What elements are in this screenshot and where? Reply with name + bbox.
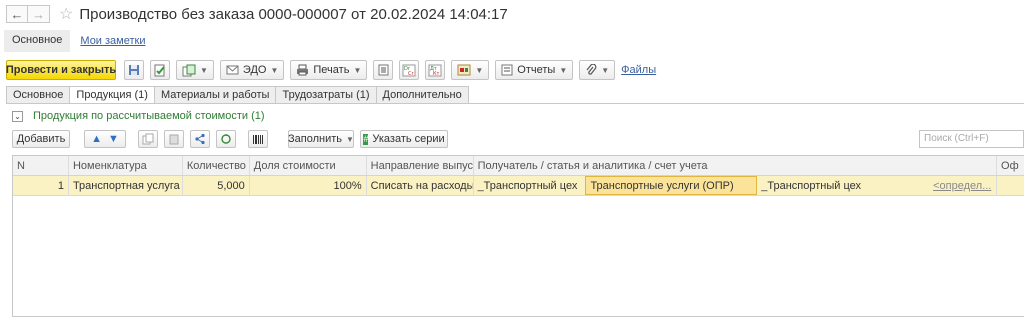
chevron-down-icon: ▼: [353, 65, 362, 75]
structure-button[interactable]: ▼: [451, 60, 490, 80]
cell-analytics[interactable]: _Транспортный цех: [757, 176, 929, 195]
col-direction[interactable]: Направление выпуска: [367, 156, 474, 175]
command-bar: Провести и закрыть ▼ ЭДО ▼ Печать ▼ Dr Cr…: [6, 60, 656, 80]
create-based-on-button[interactable]: ▼: [176, 60, 214, 80]
svg-text:Кт: Кт: [433, 71, 440, 77]
svg-text:Cr: Cr: [408, 71, 414, 77]
subnav-main[interactable]: Основное: [4, 30, 71, 52]
copy-icon: [142, 133, 154, 145]
cell-n[interactable]: 1: [13, 176, 69, 195]
subnav: Основное Мои заметки: [4, 30, 145, 52]
barcode-icon: [253, 134, 263, 144]
tab-labor[interactable]: Трудозатраты (1): [275, 86, 377, 103]
print-label: Печать: [313, 64, 350, 76]
col-item[interactable]: Номенклатура: [69, 156, 183, 175]
table-row[interactable]: 1 Транспортная услуга 5,000 100% Списать…: [13, 176, 1024, 196]
favorite-star-icon[interactable]: ☆: [59, 4, 73, 24]
cell-account[interactable]: <определ...: [929, 176, 998, 195]
cell-item[interactable]: Транспортная услуга: [69, 176, 183, 195]
arrow-right-icon: →: [32, 6, 45, 22]
copy-button[interactable]: [138, 130, 158, 148]
cell-qty[interactable]: 5,000: [183, 176, 250, 195]
journal-entries-button[interactable]: Dr Cr: [399, 60, 420, 80]
recalculate-icon: [221, 134, 231, 144]
postings-button[interactable]: Дт Кт: [425, 60, 446, 80]
cell-article[interactable]: Транспортные услуги (ОПР): [585, 176, 758, 195]
arrow-up-icon[interactable]: ▲: [91, 133, 102, 145]
dr-cr-icon: DrCr: [402, 64, 416, 77]
forward-button[interactable]: →: [28, 5, 50, 23]
collapse-toggle[interactable]: ⌄: [12, 110, 23, 122]
search-input[interactable]: Поиск (Ctrl+F): [919, 130, 1024, 148]
grid-icon: #: [363, 133, 369, 145]
split-icon: [195, 133, 205, 145]
cell-extra: [997, 176, 1024, 195]
post-document-button[interactable]: [150, 60, 170, 80]
move-buttons[interactable]: ▲ ▼: [84, 130, 126, 148]
barcode-button[interactable]: [248, 130, 268, 148]
paste-icon: [169, 134, 179, 145]
reports-icon: [501, 64, 513, 76]
products-table: N Номенклатура Количество Доля стоимости…: [12, 155, 1024, 317]
chevron-down-icon: ▼: [200, 65, 208, 75]
recalculate-button[interactable]: [216, 130, 236, 148]
back-button[interactable]: ←: [6, 5, 28, 23]
tab-divider: [6, 103, 1024, 104]
col-recipient[interactable]: Получатель / статья и аналитика / счет у…: [474, 156, 998, 175]
tab-products[interactable]: Продукция (1): [69, 86, 155, 104]
reports-label: Отчеты: [517, 64, 556, 76]
create-based-icon: [182, 64, 196, 76]
col-n[interactable]: N: [13, 156, 69, 175]
print-button[interactable]: Печать ▼: [290, 60, 368, 80]
col-share[interactable]: Доля стоимости: [250, 156, 367, 175]
page-title: Производство без заказа 0000-000007 от 2…: [79, 5, 508, 23]
chevron-down-icon: ▼: [601, 65, 610, 75]
floppy-icon: [129, 65, 139, 75]
table-toolbar: Добавить ▲ ▼ Заполнить ▼ # Указать серии: [12, 130, 454, 148]
dt-kt-icon: ДтКт: [428, 64, 442, 77]
edo-icon: [226, 65, 239, 75]
tab-additional[interactable]: Дополнительно: [375, 86, 469, 103]
chevron-down-icon: ▼: [346, 134, 354, 144]
paste-button[interactable]: [164, 130, 184, 148]
group-label: Продукция по рассчитываемой стоимости (1…: [33, 110, 265, 122]
cell-share[interactable]: 100%: [250, 176, 367, 195]
title-bar: ← → ☆ Производство без заказа 0000-00000…: [0, 0, 1024, 28]
fill-label: Заполнить: [288, 133, 343, 145]
split-button[interactable]: [190, 130, 210, 148]
fill-button[interactable]: Заполнить ▼: [288, 130, 354, 148]
chevron-down-icon: ▼: [475, 65, 484, 75]
chevron-down-icon: ▼: [270, 65, 279, 75]
chevron-down-icon: ⌄: [14, 111, 21, 121]
arrow-down-icon[interactable]: ▼: [108, 133, 119, 145]
structure-icon: [457, 64, 471, 76]
post-document-icon: [154, 64, 165, 76]
set-series-label: Указать серии: [372, 133, 445, 145]
group-header[interactable]: ⌄ Продукция по рассчитываемой стоимости …: [12, 110, 265, 122]
tab-materials[interactable]: Материалы и работы: [153, 86, 277, 103]
table-header: N Номенклатура Количество Доля стоимости…: [13, 156, 1024, 176]
add-button[interactable]: Добавить: [12, 130, 70, 148]
document-list-button[interactable]: [373, 60, 394, 80]
chevron-down-icon: ▼: [559, 65, 568, 75]
edo-label: ЭДО: [242, 64, 267, 76]
tab-bar: Основное Продукция (1) Материалы и работ…: [6, 86, 469, 104]
col-qty[interactable]: Количество: [183, 156, 250, 175]
attach-button[interactable]: ▼: [579, 60, 616, 80]
list-icon: [378, 64, 389, 76]
save-button[interactable]: [124, 60, 144, 80]
files-link[interactable]: Файлы: [621, 64, 656, 76]
arrow-left-icon: ←: [10, 6, 24, 22]
reports-button[interactable]: Отчеты ▼: [495, 60, 574, 80]
edo-button[interactable]: ЭДО ▼: [219, 60, 285, 80]
printer-icon: [297, 64, 309, 76]
subnav-notes-link[interactable]: Мои заметки: [80, 35, 145, 47]
post-and-close-button[interactable]: Провести и закрыть: [6, 60, 116, 80]
paperclip-icon: [586, 64, 597, 75]
cell-direction[interactable]: Списать на расходы: [367, 176, 474, 195]
cell-recipient[interactable]: _Транспортный цех: [474, 176, 586, 195]
tab-main[interactable]: Основное: [6, 86, 71, 103]
col-extra[interactable]: Оф: [997, 156, 1024, 175]
set-series-button[interactable]: # Указать серии: [360, 130, 448, 148]
